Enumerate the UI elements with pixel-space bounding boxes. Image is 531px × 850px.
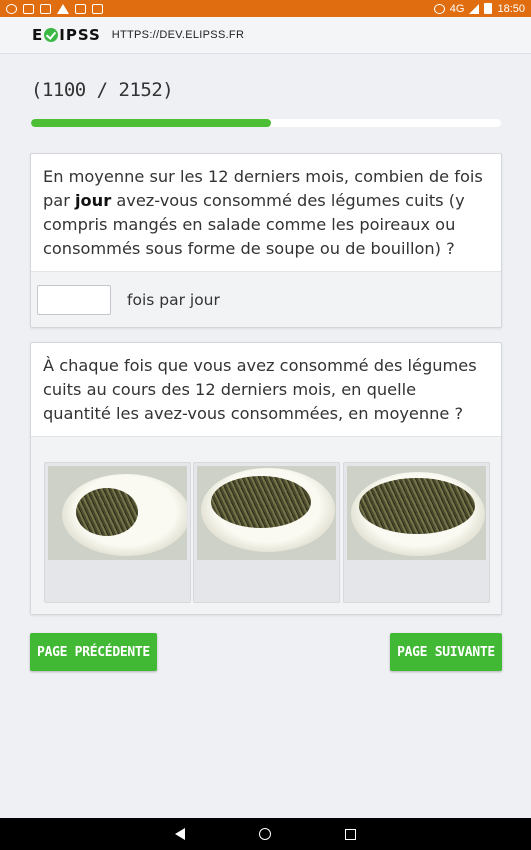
question-text: En moyenne sur les 12 derniers mois, com… (31, 154, 501, 261)
image-notification-icon (23, 3, 34, 14)
message-icon (75, 3, 86, 14)
phone-notification-icon (40, 3, 51, 14)
system-icons: 4G 18:50 (433, 2, 531, 15)
logo-check-icon (44, 28, 59, 42)
question-card-quantity: À chaque fois que vous avez consommé des… (30, 342, 502, 615)
battery-icon (484, 3, 493, 14)
android-nav-bar (0, 818, 531, 850)
portion-image-large (347, 466, 486, 560)
question-text: À chaque fois que vous avez consommé des… (43, 356, 477, 423)
do-not-disturb-icon (433, 3, 445, 14)
logo-text-left: E (32, 26, 44, 44)
next-page-button[interactable]: PAGE SUIVANTE (390, 633, 502, 671)
logo-text-right: IPSS (59, 26, 101, 44)
app-notification-icon (6, 3, 17, 14)
portion-image-small (48, 466, 187, 560)
portion-options (31, 436, 501, 614)
frequency-unit-label: fois par jour (127, 290, 220, 309)
back-icon[interactable] (175, 828, 185, 840)
portion-option-medium[interactable] (193, 462, 340, 603)
status-bar: 4G 18:50 (0, 0, 531, 17)
gallery-icon (92, 3, 103, 14)
progress-counter: (1100 / 2152) (31, 79, 174, 101)
answer-area: fois par jour (31, 271, 501, 327)
warning-icon (57, 3, 69, 14)
app-bar: E IPSS HTTPS://DEV.ELIPSS.FR (0, 17, 531, 54)
previous-page-button[interactable]: PAGE PRÉCÉDENTE (30, 633, 157, 671)
progress-bar-fill (31, 119, 272, 127)
portion-option-small[interactable] (44, 462, 191, 603)
portion-image-medium (197, 466, 336, 560)
network-type: 4G (449, 2, 465, 15)
recent-apps-icon[interactable] (345, 828, 356, 840)
portion-option-large[interactable] (343, 462, 490, 603)
home-icon[interactable] (259, 828, 271, 840)
signal-icon (469, 3, 480, 14)
clock: 18:50 (497, 2, 525, 15)
site-url: HTTPS://DEV.ELIPSS.FR (111, 29, 245, 41)
progress-bar (31, 119, 501, 127)
question-card-frequency: En moyenne sur les 12 derniers mois, com… (30, 153, 502, 328)
question-text-emphasis: jour (75, 191, 112, 210)
notification-icons (0, 3, 103, 14)
frequency-input[interactable] (37, 284, 111, 315)
elipss-logo[interactable]: E IPSS (32, 26, 101, 44)
